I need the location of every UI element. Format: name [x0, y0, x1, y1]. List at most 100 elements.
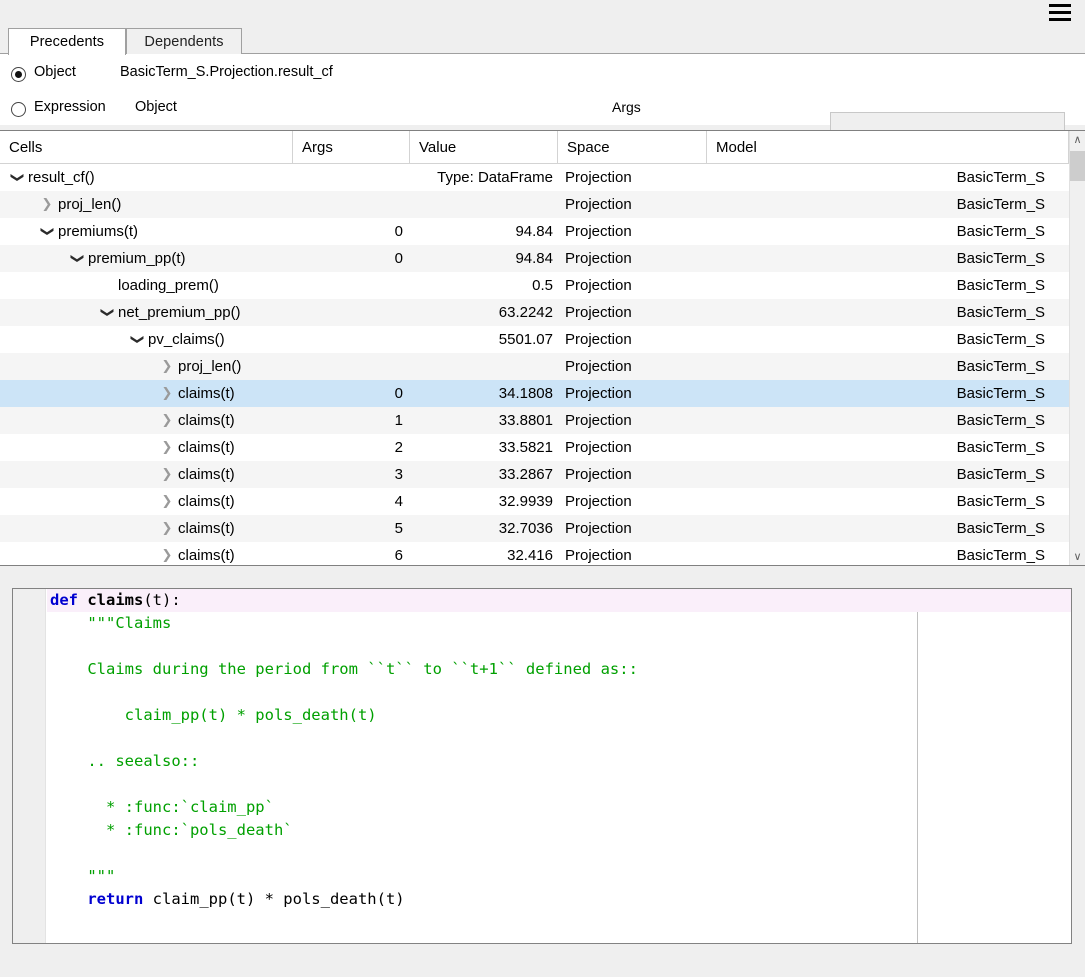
scrollbar-thumb[interactable]: [1070, 151, 1085, 181]
radio-expression[interactable]: [11, 102, 26, 117]
chevron-right-icon[interactable]: ❯: [158, 434, 176, 461]
tree-row-value: 94.84: [515, 250, 553, 267]
tree-row-cell-name: claims(t): [178, 439, 235, 456]
radio-object[interactable]: [11, 67, 26, 82]
tree-column-header-cells[interactable]: Cells: [0, 131, 293, 163]
code-token-pl: claim_pp(t) * pols_death(t): [143, 890, 405, 908]
tree-vertical-scrollbar[interactable]: ∧ ∨: [1069, 131, 1085, 565]
tree-row-value: 33.2867: [498, 466, 553, 483]
tree-row-model: BasicTerm_S: [956, 169, 1045, 186]
tree-column-header-model[interactable]: Model: [707, 131, 1069, 163]
tree-row-cell-name: claims(t): [178, 493, 235, 510]
tree-row[interactable]: ❯ claims(t) 3 33.2867 Projection BasicTerm_S: [0, 461, 1069, 488]
code-token-str: * :func:`claim_pp`: [50, 798, 274, 816]
hamburger-bar: [1049, 18, 1071, 21]
code-gutter: [13, 589, 46, 943]
chevron-down-icon[interactable]: ❯: [4, 169, 31, 187]
tree-row[interactable]: ❯ proj_len() Projection BasicTerm_S: [0, 353, 1069, 380]
tree-row-cell-name: claims(t): [178, 466, 235, 483]
chevron-right-icon[interactable]: ❯: [158, 461, 176, 488]
tree-row[interactable]: loading_prem() 0.5 Projection BasicTerm_S: [0, 272, 1069, 299]
tree-row-model: BasicTerm_S: [956, 412, 1045, 429]
tree-row[interactable]: ❯ premium_pp(t) 0 94.84 Projection BasicTerm_…: [0, 245, 1069, 272]
tree-row-args: [293, 299, 403, 326]
tree-row-space: Projection: [565, 493, 632, 510]
tree-row-args: [293, 326, 403, 353]
chevron-right-icon[interactable]: ❯: [158, 515, 176, 542]
tree-row-cell-name: proj_len(): [178, 358, 242, 375]
tree-row[interactable]: ❯ proj_len() Projection BasicTerm_S: [0, 191, 1069, 218]
scroll-down-arrow-icon[interactable]: ∨: [1070, 548, 1085, 565]
chevron-right-icon[interactable]: ❯: [158, 353, 176, 380]
code-line: * :func:`pols_death`: [47, 819, 1071, 842]
tree-row-space: Projection: [565, 412, 632, 429]
tree-row-args: [293, 272, 403, 299]
plugin-window: Precedents Dependents Object BasicTerm_S…: [0, 0, 1085, 977]
tree-row[interactable]: ❯ premiums(t) 0 94.84 Projection BasicTerm_S: [0, 218, 1069, 245]
code-text-area[interactable]: def claims(t): """Claims Claims during t…: [47, 589, 1071, 943]
tab-precedents[interactable]: Precedents: [8, 28, 126, 55]
tree-row-cell-name: proj_len(): [58, 196, 122, 213]
tree-row[interactable]: ❯ pv_claims() 5501.07 Projection BasicTerm_S: [0, 326, 1069, 353]
tree-row-cell-name: result_cf(): [28, 169, 95, 186]
args-label: Args: [612, 99, 641, 115]
chevron-right-icon[interactable]: ❯: [158, 380, 176, 407]
tree-row-value: [410, 353, 553, 380]
tree-row-value: [410, 191, 553, 218]
code-line: Claims during the period from ``t`` to `…: [47, 658, 1071, 681]
tree-row[interactable]: ❯ claims(t) 1 33.8801 Projection BasicTerm_S: [0, 407, 1069, 434]
hamburger-menu-icon[interactable]: [1049, 4, 1071, 21]
tree-row-model: BasicTerm_S: [956, 223, 1045, 240]
code-token-str: Claims during the period from ``t`` to `…: [50, 660, 638, 678]
tree-row-model: BasicTerm_S: [956, 520, 1045, 537]
tree-row-value: 32.416: [507, 547, 553, 564]
chevron-down-icon[interactable]: ❯: [34, 223, 61, 241]
tab-dependents[interactable]: Dependents: [126, 28, 242, 54]
tree-row-cell-name: loading_prem(): [118, 277, 219, 294]
tree-row-space: Projection: [565, 223, 632, 240]
tree-row[interactable]: ❯ claims(t) 5 32.7036 Projection BasicTerm_S: [0, 515, 1069, 542]
tree-row-args: [293, 164, 403, 191]
chevron-right-icon[interactable]: ❯: [38, 191, 56, 218]
tree-body[interactable]: ❯ result_cf() Type: DataFrame Projection Bas…: [0, 164, 1069, 565]
tree-row-space: Projection: [565, 196, 632, 213]
tree-row-value: 63.2242: [498, 304, 553, 321]
tree-row-model: BasicTerm_S: [956, 358, 1045, 375]
hamburger-bar: [1049, 4, 1071, 7]
tree-column-header-args[interactable]: Args: [293, 131, 410, 163]
chevron-down-icon[interactable]: ❯: [124, 331, 151, 349]
tree-row-space: Projection: [565, 385, 632, 402]
tree-row-value: 0.5: [532, 277, 553, 294]
code-token-pl: (t):: [143, 591, 181, 609]
tree-row[interactable]: ❯ claims(t) 4 32.9939 Projection BasicTerm_S: [0, 488, 1069, 515]
code-line: """Claims: [47, 612, 1071, 635]
tree-column-header-space[interactable]: Space: [558, 131, 707, 163]
code-token-kw: def: [50, 591, 78, 609]
tree-row[interactable]: ❯ result_cf() Type: DataFrame Projection Bas…: [0, 164, 1069, 191]
tree-row-cell-name: pv_claims(): [148, 331, 225, 348]
tree-row[interactable]: ❯ claims(t) 6 32.416 Projection BasicTerm_S: [0, 542, 1069, 565]
tree-row-cell-name: premium_pp(t): [88, 250, 186, 267]
chevron-down-icon[interactable]: ❯: [94, 304, 121, 322]
tree-row-model: BasicTerm_S: [956, 277, 1045, 294]
tree-row[interactable]: ❯ net_premium_pp() 63.2242 Projection BasicT…: [0, 299, 1069, 326]
tree-column-header-value[interactable]: Value: [410, 131, 558, 163]
chevron-right-icon[interactable]: ❯: [158, 542, 176, 565]
chevron-right-icon[interactable]: ❯: [158, 407, 176, 434]
tree-row[interactable]: ❯ claims(t) 0 34.1808 Projection BasicTerm_S: [0, 380, 1069, 407]
scroll-up-arrow-icon[interactable]: ∧: [1070, 131, 1085, 148]
tree-row-cell-name: claims(t): [178, 412, 235, 429]
chevron-right-icon[interactable]: ❯: [158, 488, 176, 515]
tab-precedents-label: Precedents: [29, 34, 105, 50]
tree-row-model: BasicTerm_S: [956, 385, 1045, 402]
tree-row-cell-name: net_premium_pp(): [118, 304, 241, 321]
precedents-tree-panel: Cells Args Value Space Model ❯ result_cf() Typ…: [0, 130, 1085, 566]
chevron-down-icon[interactable]: ❯: [64, 250, 91, 268]
tree-row-value: 94.84: [515, 223, 553, 240]
tree-row[interactable]: ❯ claims(t) 2 33.5821 Projection BasicTerm_S: [0, 434, 1069, 461]
tree-row-value: 32.7036: [498, 520, 553, 537]
